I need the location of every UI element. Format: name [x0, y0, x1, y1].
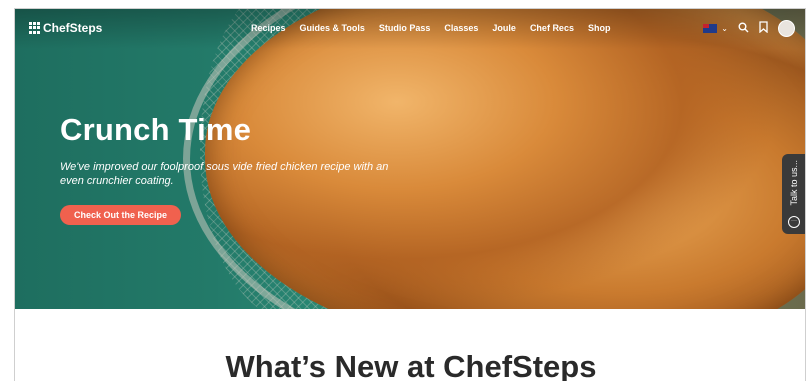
nav-item-guides-tools[interactable]: Guides & Tools [300, 23, 365, 33]
chevron-down-icon[interactable]: ⌄ [721, 24, 728, 33]
nav-right-icons: ⌄ [703, 20, 795, 37]
talk-to-us-chat-tab[interactable]: Talk to us... ··· [782, 154, 805, 234]
australia-flag-icon[interactable] [703, 24, 718, 33]
nav-item-shop[interactable]: Shop [588, 23, 611, 33]
chefsteps-logo[interactable]: ChefSteps [29, 21, 102, 35]
hero-subtitle: We've improved our foolproof sous vide f… [60, 161, 389, 187]
talk-to-us-label: Talk to us... [789, 160, 799, 206]
bookmark-icon[interactable] [759, 21, 768, 36]
nav-item-classes[interactable]: Classes [444, 23, 478, 33]
top-navigation: ChefSteps Recipes Guides & Tools Studio … [15, 9, 805, 49]
chat-bubble-icon: ··· [788, 216, 800, 228]
avatar[interactable] [778, 20, 795, 37]
nav-item-chef-recs[interactable]: Chef Recs [530, 23, 574, 33]
browser-viewport: ChefSteps Recipes Guides & Tools Studio … [14, 8, 806, 381]
search-icon[interactable] [738, 22, 749, 36]
hero-title: Crunch Time [60, 112, 252, 147]
hero-image-fried-chicken [205, 9, 805, 309]
check-out-recipe-button[interactable]: Check Out the Recipe [60, 205, 182, 225]
section-title: What’s New at ChefSteps [225, 349, 597, 381]
nav-item-studio-pass[interactable]: Studio Pass [379, 23, 431, 33]
logo-text: ChefSteps [43, 21, 103, 35]
main-menu: Recipes Guides & Tools Studio Pass Class… [251, 23, 624, 33]
nav-item-recipes[interactable]: Recipes [251, 23, 286, 33]
logo-mark-icon [29, 22, 40, 34]
hero-banner: ChefSteps Recipes Guides & Tools Studio … [15, 9, 805, 309]
nav-item-joule[interactable]: Joule [492, 23, 516, 33]
